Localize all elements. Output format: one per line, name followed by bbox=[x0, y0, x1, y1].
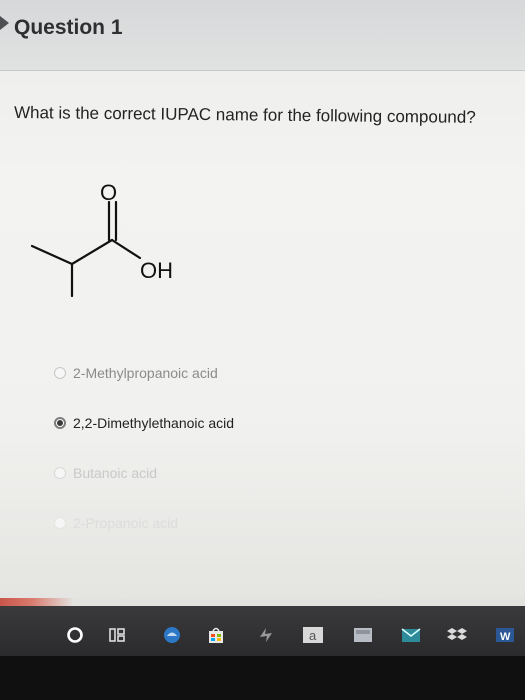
bond-methyl-left bbox=[30, 244, 74, 266]
task-view-icon[interactable] bbox=[106, 624, 128, 646]
compound-structure: O OH bbox=[30, 180, 173, 298]
mail-icon[interactable] bbox=[398, 624, 424, 646]
word-icon[interactable]: W bbox=[492, 624, 518, 646]
radio-button[interactable] bbox=[54, 367, 66, 379]
bond-alpha-carbonyl bbox=[70, 238, 114, 266]
amazon-icon[interactable]: a bbox=[300, 624, 326, 646]
header-marker-icon bbox=[0, 16, 9, 30]
choice-2[interactable]: 2,2-Dimethylethanoic acid bbox=[54, 415, 234, 431]
question-title: Question 1 bbox=[14, 16, 123, 39]
choice-label: 2-Propanoic acid bbox=[73, 515, 179, 531]
choice-3[interactable]: Butanoic acid bbox=[54, 465, 157, 481]
radio-button[interactable] bbox=[54, 467, 66, 479]
cortana-circle-icon[interactable] bbox=[64, 624, 86, 646]
oxygen-label: O bbox=[100, 180, 117, 205]
bond-c-oh bbox=[110, 238, 142, 260]
store-icon[interactable] bbox=[204, 624, 228, 646]
radio-button[interactable] bbox=[54, 517, 66, 529]
question-header: Question 1 bbox=[0, 0, 525, 71]
app-icon[interactable] bbox=[350, 624, 376, 646]
choice-label: 2-Methylpropanoic acid bbox=[73, 365, 218, 381]
screen: Question 1 What is the correct IUPAC nam… bbox=[0, 0, 525, 700]
device-bezel bbox=[0, 656, 525, 700]
hydroxyl-label: OH bbox=[140, 258, 173, 283]
choice-label: 2,2-Dimethylethanoic acid bbox=[73, 415, 235, 431]
choice-4[interactable]: 2-Propanoic acid bbox=[54, 515, 178, 531]
choice-label: Butanoic acid bbox=[73, 465, 158, 481]
radio-button-selected[interactable] bbox=[54, 417, 66, 429]
amazon-glyph: a bbox=[309, 628, 317, 643]
question-text: What is the correct IUPAC name for the f… bbox=[13, 103, 476, 127]
choice-1[interactable]: 2-Methylpropanoic acid bbox=[54, 365, 218, 381]
edge-browser-icon[interactable] bbox=[160, 624, 184, 646]
dollar-app-icon[interactable] bbox=[254, 624, 278, 646]
dropbox-icon[interactable] bbox=[444, 624, 470, 646]
svg-text:W: W bbox=[500, 631, 511, 643]
taskbar: a W bbox=[0, 606, 525, 656]
